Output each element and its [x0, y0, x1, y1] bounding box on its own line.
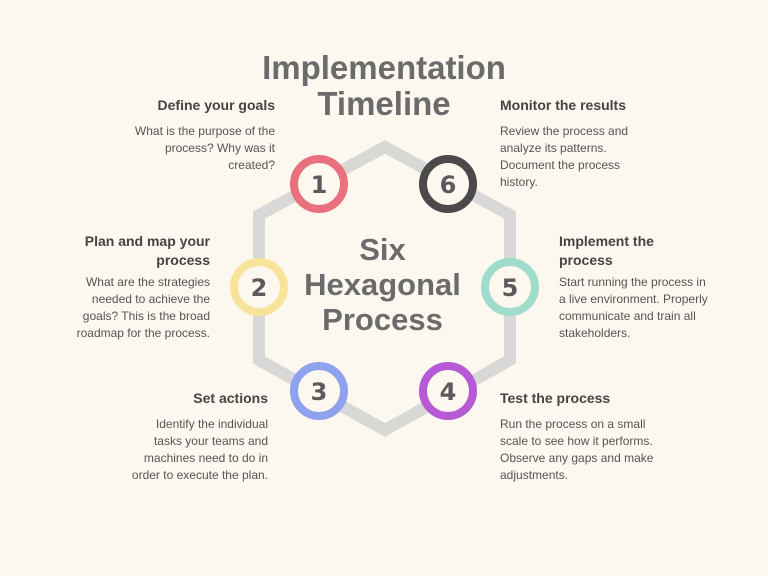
step-1-text: What is the purpose of the process? Why … [134, 124, 275, 172]
step-5-number: 5 [502, 274, 519, 302]
step-4-number: 4 [440, 378, 457, 406]
step-4-block: Test the process Run the process on a sm… [500, 389, 672, 484]
step-2-text: What are the strategies needed to achiev… [76, 275, 210, 340]
step-1-heading: Define your goals [157, 97, 275, 113]
step-4-heading: Test the process [500, 390, 611, 406]
step-2-number: 2 [251, 274, 268, 302]
step-5-heading: Implement the process [559, 233, 654, 268]
step-6-text: Review the process and analyze its patte… [500, 124, 629, 189]
step-3-heading: Set actions [193, 390, 268, 406]
step-5-text: Start running the process in a live envi… [559, 275, 708, 340]
step-2-heading: Plan and map your process [84, 233, 210, 268]
step-2-block: Plan and map your process What are the s… [60, 232, 210, 342]
step-6-block: Monitor the results Review the process a… [500, 96, 640, 191]
step-5-block: Implement the process Start running the … [559, 232, 709, 342]
step-4-text: Run the process on a small scale to see … [500, 417, 654, 482]
step-3-number: 3 [311, 378, 328, 406]
step-1-number: 1 [311, 171, 328, 199]
center-label: Six Hexagonal Process [304, 232, 461, 337]
step-6-heading: Monitor the results [500, 97, 627, 113]
step-6-number: 6 [440, 171, 457, 199]
step-1-block: Define your goals What is the purpose of… [120, 96, 275, 174]
step-3-text: Identify the individual tasks your teams… [131, 417, 268, 482]
step-3-block: Set actions Identify the individual task… [130, 389, 268, 484]
